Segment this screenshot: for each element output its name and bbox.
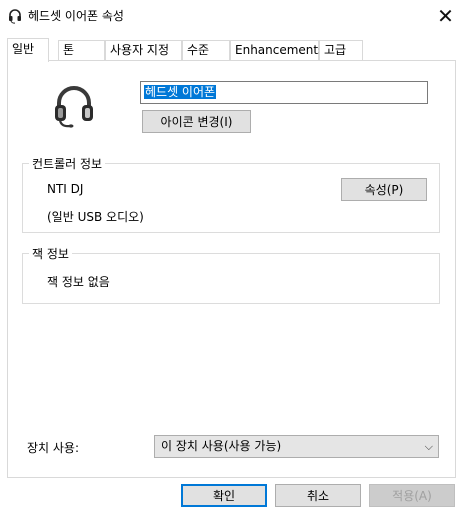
close-icon: ✕ [437, 3, 454, 28]
tab-label: 수준 [187, 43, 210, 57]
jack-info-text: 잭 정보 없음 [47, 275, 110, 289]
chevron-down-icon: ⌵ [424, 440, 433, 453]
tab-label: 고급 [324, 43, 347, 57]
close-button[interactable]: ✕ [428, 0, 463, 31]
tab-advanced[interactable]: 고급 [319, 40, 363, 61]
tab-label: 사용자 지정 [110, 43, 170, 57]
tab-enhancements[interactable]: Enhancements [230, 40, 324, 61]
device-name-field[interactable]: 헤드셋 이어폰 [140, 81, 428, 104]
tab-label: Enhancements [235, 43, 325, 57]
tab-levels[interactable]: 수준 [182, 40, 230, 61]
window-title: 헤드셋 이어폰 속성 [28, 9, 124, 23]
tab-label: 톤 [63, 43, 75, 57]
controller-name: NTI DJ [47, 182, 84, 196]
change-icon-button[interactable]: 아이콘 변경(I) [142, 110, 251, 133]
controller-info-title: 컨트롤러 정보 [29, 155, 106, 172]
apply-button[interactable]: 적용(A) [369, 484, 455, 507]
tab-custom[interactable]: 사용자 지정 [105, 40, 182, 61]
device-name-value: 헤드셋 이어폰 [144, 85, 217, 99]
tab-general[interactable]: 일반 [7, 38, 49, 62]
ok-button[interactable]: 확인 [181, 484, 267, 507]
headset-icon [55, 86, 93, 128]
tab-strip: 일반 톤 사용자 지정 수준 Enhancements 고급 [7, 38, 456, 62]
jack-info-title: 잭 정보 [29, 245, 72, 262]
device-usage-label: 장치 사용: [27, 441, 80, 455]
headset-icon [9, 9, 21, 24]
properties-button[interactable]: 속성(P) [341, 178, 427, 201]
device-usage-value: 이 장치 사용(사용 가능) [161, 439, 282, 453]
tab-label: 일반 [12, 42, 35, 56]
device-usage-select[interactable]: 이 장치 사용(사용 가능) ⌵ [154, 435, 439, 458]
tab-tone[interactable]: 톤 [58, 40, 105, 61]
controller-type: (일반 USB 오디오) [47, 210, 144, 224]
cancel-button[interactable]: 취소 [275, 484, 361, 507]
title-bar: 헤드셋 이어폰 속성 ✕ [0, 0, 463, 31]
